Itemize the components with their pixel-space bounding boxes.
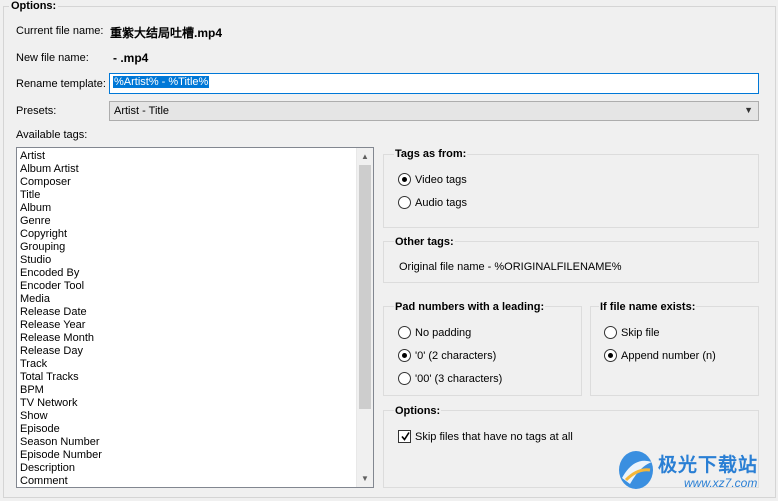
watermark-text: 极光下载站 bbox=[658, 454, 759, 476]
audio-tags-label[interactable]: Audio tags bbox=[415, 197, 467, 209]
available-tags-label: Available tags: bbox=[16, 129, 88, 141]
scroll-thumb[interactable] bbox=[359, 165, 371, 409]
tag-list-item[interactable]: Release Year bbox=[20, 319, 102, 332]
tag-list-item[interactable]: Comment bbox=[20, 475, 102, 487]
tag-list-item[interactable]: Release Month bbox=[20, 332, 102, 345]
tag-list-item[interactable]: Encoded By bbox=[20, 267, 102, 280]
tag-list-item[interactable]: Release Day bbox=[20, 345, 102, 358]
skip-no-tags-checkbox[interactable] bbox=[398, 430, 411, 443]
check-icon bbox=[401, 432, 410, 441]
skip-file-label[interactable]: Skip file bbox=[621, 327, 660, 339]
skip-no-tags-label[interactable]: Skip files that have no tags at all bbox=[415, 431, 573, 443]
chevron-down-icon: ▼ bbox=[744, 105, 753, 115]
if-exists-title: If file name exists: bbox=[599, 301, 697, 313]
scroll-down-icon[interactable]: ▼ bbox=[357, 470, 373, 487]
no-padding-radio[interactable] bbox=[398, 326, 411, 339]
tag-list-item[interactable]: Release Date bbox=[20, 306, 102, 319]
tags-as-from-group bbox=[383, 154, 759, 228]
presets-dropdown[interactable]: Artist - Title ▼ bbox=[109, 101, 759, 121]
tag-list-item[interactable]: Title bbox=[20, 189, 102, 202]
tag-list-item[interactable]: Studio bbox=[20, 254, 102, 267]
watermark: 极光下载站 www.xz7.com bbox=[616, 446, 776, 498]
scroll-up-icon[interactable]: ▲ bbox=[357, 148, 373, 165]
tag-list-item[interactable]: TV Network bbox=[20, 397, 102, 410]
rename-template-input[interactable]: %Artist% - %Title% bbox=[109, 73, 759, 94]
aurora-logo-icon bbox=[619, 451, 653, 489]
current-file-label: Current file name: bbox=[16, 25, 104, 37]
tag-list-item[interactable]: BPM bbox=[20, 384, 102, 397]
tag-list-item[interactable]: Genre bbox=[20, 215, 102, 228]
other-tags-text: Original file name - %ORIGINALFILENAME% bbox=[399, 261, 622, 273]
tags-scrollbar[interactable]: ▲ ▼ bbox=[356, 148, 373, 487]
audio-tags-radio[interactable] bbox=[398, 196, 411, 209]
pad-three-chars-radio[interactable] bbox=[398, 372, 411, 385]
pad-three-chars-label[interactable]: '00' (3 characters) bbox=[415, 373, 502, 385]
presets-label: Presets: bbox=[16, 105, 57, 117]
tag-list-item[interactable]: Composer bbox=[20, 176, 102, 189]
watermark-url: www.xz7.com bbox=[684, 476, 758, 490]
tag-list-item[interactable]: Media bbox=[20, 293, 102, 306]
new-file-label: New file name: bbox=[16, 52, 89, 64]
tag-list-item[interactable]: Grouping bbox=[20, 241, 102, 254]
tag-list-item[interactable]: Copyright bbox=[20, 228, 102, 241]
skip-file-radio[interactable] bbox=[604, 326, 617, 339]
video-tags-label[interactable]: Video tags bbox=[415, 174, 467, 186]
other-tags-title: Other tags: bbox=[394, 236, 455, 248]
tag-list-item[interactable]: Total Tracks bbox=[20, 371, 102, 384]
options2-title: Options: bbox=[394, 405, 442, 417]
tag-list-item[interactable]: Episode Number bbox=[20, 449, 102, 462]
pad-two-chars-label[interactable]: '0' (2 characters) bbox=[415, 350, 496, 362]
append-number-label[interactable]: Append number (n) bbox=[621, 350, 716, 362]
pad-numbers-title: Pad numbers with a leading: bbox=[394, 301, 546, 313]
tag-list-item[interactable]: Track bbox=[20, 358, 102, 371]
available-tags-list[interactable]: Artist Album Artist Composer Title Album Genr… bbox=[16, 147, 374, 488]
tag-list-item[interactable]: Encoder Tool bbox=[20, 280, 102, 293]
tag-list-item[interactable]: Episode bbox=[20, 423, 102, 436]
pad-two-chars-radio[interactable] bbox=[398, 349, 411, 362]
rename-template-label: Rename template: bbox=[16, 78, 106, 90]
tag-list-item[interactable]: Album Artist bbox=[20, 163, 102, 176]
presets-value: Artist - Title bbox=[114, 105, 170, 117]
options-title: Options: bbox=[9, 0, 59, 12]
tag-list-item[interactable]: Artist bbox=[20, 150, 102, 163]
tag-list-item[interactable]: Description bbox=[20, 462, 102, 475]
new-file-value: - .mp4 bbox=[113, 51, 149, 65]
tag-list-items: Artist Album Artist Composer Title Album Genr… bbox=[20, 150, 102, 487]
no-padding-label[interactable]: No padding bbox=[415, 327, 471, 339]
tag-list-item[interactable]: Show bbox=[20, 410, 102, 423]
video-tags-radio[interactable] bbox=[398, 173, 411, 186]
current-file-value: 重紫大结局吐槽.mp4 bbox=[110, 26, 223, 40]
tag-list-item[interactable]: Season Number bbox=[20, 436, 102, 449]
append-number-radio[interactable] bbox=[604, 349, 617, 362]
tag-list-item[interactable]: Album bbox=[20, 202, 102, 215]
tags-as-from-title: Tags as from: bbox=[394, 148, 468, 160]
rename-template-value: %Artist% - %Title% bbox=[113, 76, 210, 88]
